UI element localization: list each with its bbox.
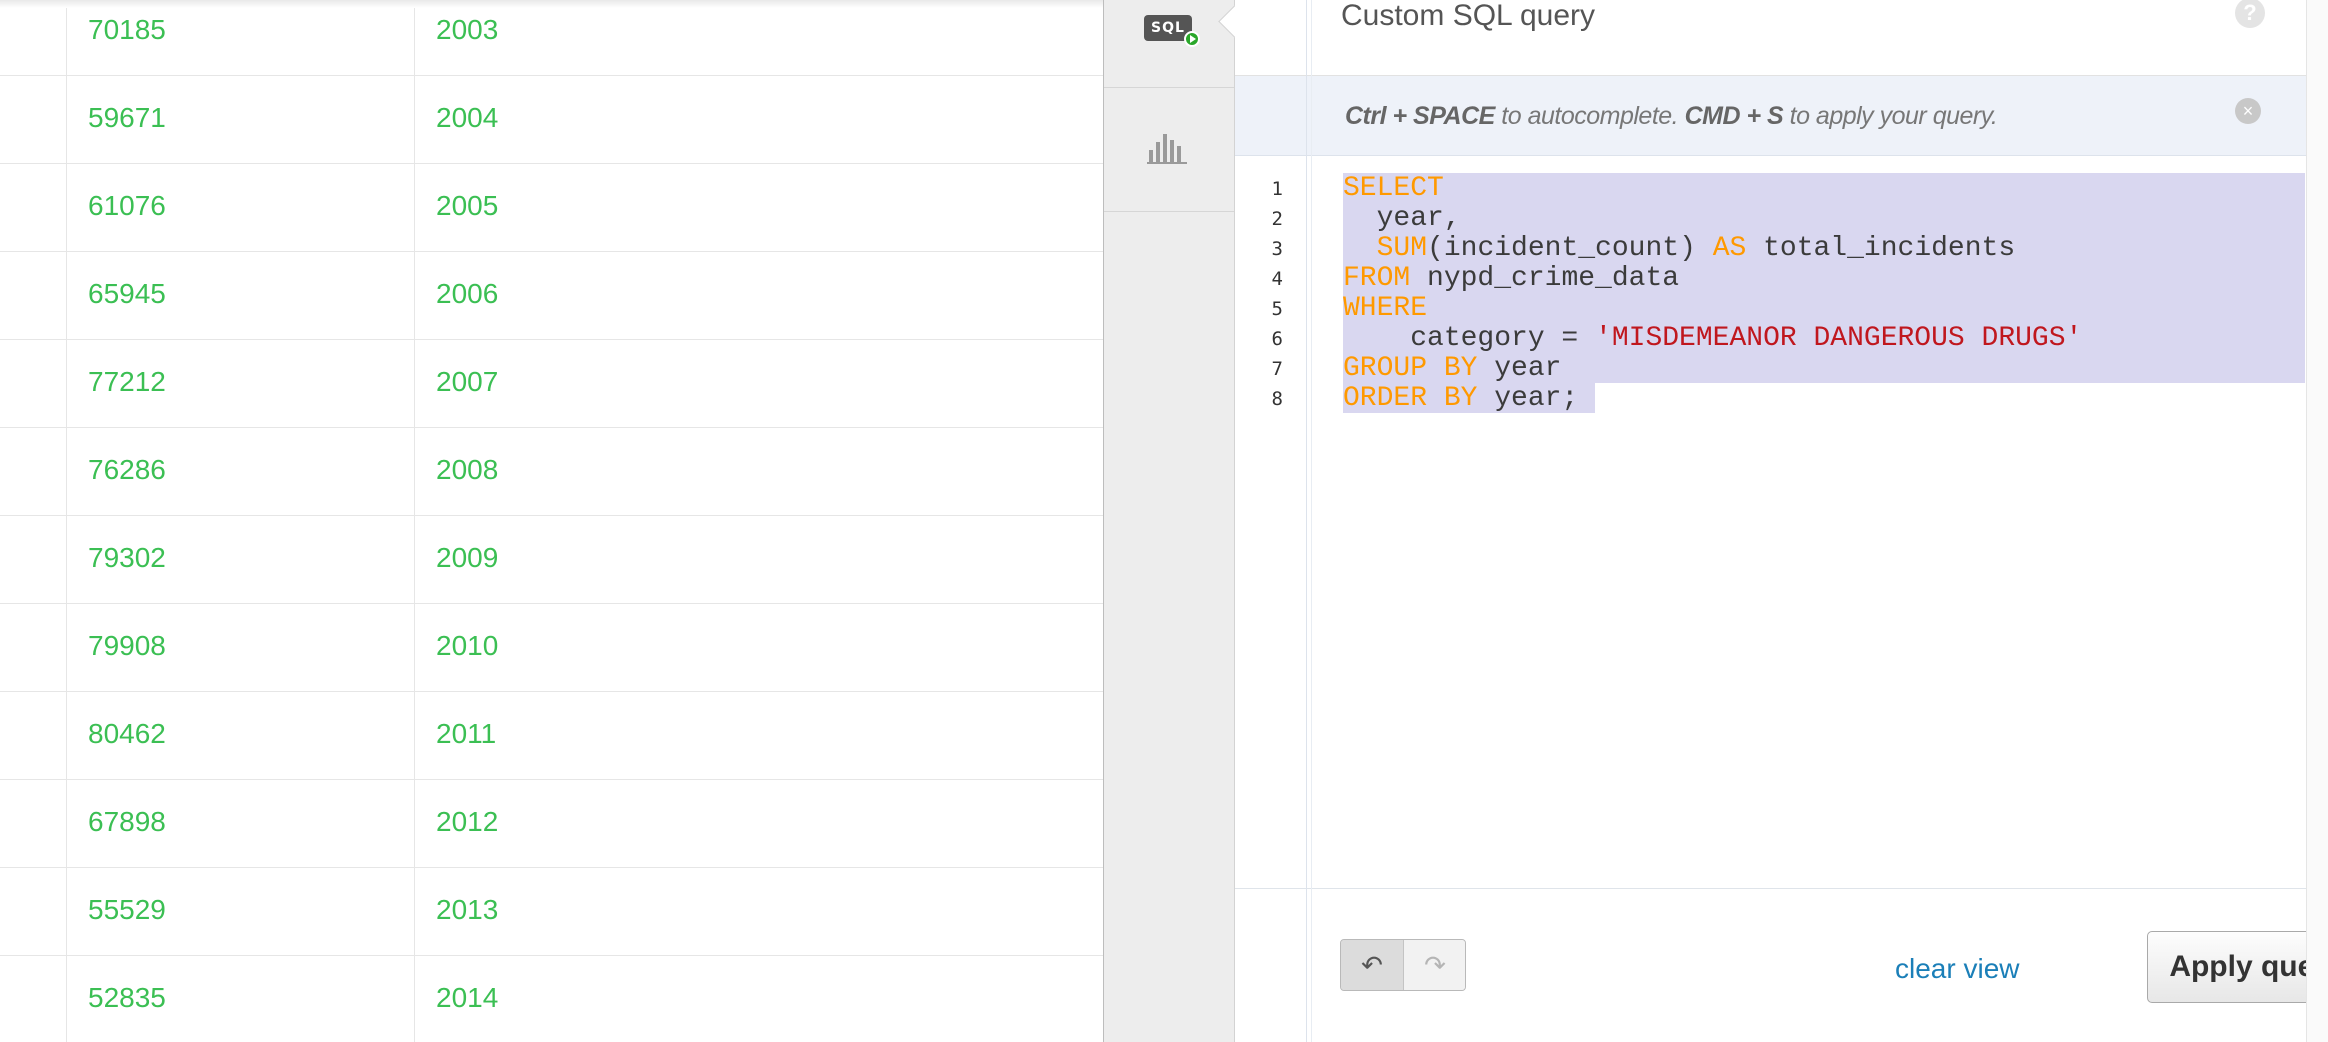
sql-keyword: GROUP BY <box>1343 353 1478 384</box>
sql-code-editor[interactable]: 1 2 3 4 5 6 7 8 SELECT year, SUM(incident_count… <box>1235 156 2328 888</box>
year-cell: 2012 <box>436 806 499 837</box>
code-line: SELECT <box>1343 174 1444 204</box>
table-row: 55529 2013 <box>0 868 1103 956</box>
table-row: 67898 2012 <box>0 780 1103 868</box>
sql-editor-area: Custom SQL query ? Ctrl + SPACE to autoc… <box>1235 0 2328 1042</box>
line-number: 2 <box>1271 208 1283 230</box>
line-number: 3 <box>1271 238 1283 260</box>
sql-identifier <box>1343 233 1377 264</box>
shortcut-hint-bar: Ctrl + SPACE to autocomplete. CMD + S to… <box>1235 76 2328 156</box>
table-row: 80462 2011 <box>0 692 1103 780</box>
close-circle-icon[interactable]: × <box>2235 98 2261 124</box>
bar-chart-icon <box>1147 130 1187 164</box>
sql-identifier: year; <box>1477 383 1579 414</box>
table-row: 79908 2010 <box>0 604 1103 692</box>
incident-count-cell: 77212 <box>88 366 166 397</box>
table-row: 52835 2014 <box>0 956 1103 1042</box>
incident-count-cell: 80462 <box>88 718 166 749</box>
sql-identifier: nypd_crime_data <box>1410 263 1680 294</box>
code-line: category = 'MISDEMEANOR DANGEROUS DRUGS' <box>1343 324 2082 354</box>
sql-identifier: category = <box>1343 323 1596 354</box>
sql-keyword: ORDER BY <box>1343 383 1478 414</box>
year-cell: 2007 <box>436 366 499 397</box>
year-cell: 2010 <box>436 630 499 661</box>
sql-identifier: year <box>1477 353 1562 384</box>
results-table: 70185 2003 59671 2004 61076 2005 65945 2006 7721… <box>0 0 1103 1042</box>
line-number: 7 <box>1271 358 1283 380</box>
sql-identifier: total_incidents <box>1746 233 2016 264</box>
table-row: 79302 2009 <box>0 516 1103 604</box>
table-top-shadow <box>0 0 1103 8</box>
sql-string: 'MISDEMEANOR DANGEROUS DRUGS' <box>1595 323 2083 354</box>
table-row: 59671 2004 <box>0 76 1103 164</box>
year-cell: 2003 <box>436 14 499 45</box>
gutter-divider <box>1306 0 1307 1042</box>
undo-icon[interactable]: ↶ <box>1341 940 1404 990</box>
hint-text-part: to apply your query. <box>1783 102 1998 130</box>
panel-header: Custom SQL query ? <box>1235 0 2328 76</box>
sql-identifier: year, <box>1343 203 1461 234</box>
code-line: FROM nypd_crime_data <box>1343 264 1679 294</box>
sidebar-tab-chart[interactable] <box>1104 88 1234 212</box>
sql-keyword: SUM <box>1376 233 1428 264</box>
incident-count-cell: 79908 <box>88 630 166 661</box>
incident-count-cell: 55529 <box>88 894 166 925</box>
code-line: ORDER BY year; <box>1343 384 1578 414</box>
incident-count-cell: 67898 <box>88 806 166 837</box>
year-cell: 2008 <box>436 454 499 485</box>
play-icon <box>1184 31 1200 47</box>
year-cell: 2013 <box>436 894 499 925</box>
table-row: 61076 2005 <box>0 164 1103 252</box>
incident-count-cell: 65945 <box>88 278 166 309</box>
table-row: 65945 2006 <box>0 252 1103 340</box>
year-cell: 2014 <box>436 982 499 1013</box>
year-cell: 2006 <box>436 278 499 309</box>
sql-panel: SQL Custom SQL query ? Ctrl + SPACE to a… <box>1103 0 2328 1042</box>
year-cell: 2005 <box>436 190 499 221</box>
line-number: 6 <box>1271 328 1283 350</box>
incident-count-cell: 61076 <box>88 190 166 221</box>
apply-query-button[interactable]: Apply query <box>2147 931 2328 1003</box>
page-title: Custom SQL query <box>1341 0 1595 32</box>
panel-scrollbar[interactable] <box>2306 0 2328 1042</box>
shortcut-key-apply: CMD + S <box>1684 102 1784 130</box>
panel-sidebar: SQL <box>1104 0 1235 1042</box>
shortcut-hint-text: Ctrl + SPACE to autocomplete. CMD + S to… <box>1345 100 1998 132</box>
hint-text-part: to autocomplete. <box>1494 102 1685 130</box>
gutter-divider <box>1311 0 1312 1042</box>
sql-keyword: FROM <box>1343 263 1411 294</box>
line-number: 4 <box>1271 268 1283 290</box>
shortcut-key-autocomplete: Ctrl + SPACE <box>1345 102 1495 130</box>
code-line: GROUP BY year <box>1343 354 1561 384</box>
year-cell: 2011 <box>436 718 497 749</box>
year-cell: 2004 <box>436 102 499 133</box>
incident-count-cell: 70185 <box>88 14 166 45</box>
table-row: 77212 2007 <box>0 340 1103 428</box>
sql-identifier: (incident_count) <box>1427 233 1713 264</box>
clear-view-link[interactable]: clear view <box>1895 953 2019 985</box>
code-line: WHERE <box>1343 294 1427 324</box>
line-number: 8 <box>1271 388 1283 410</box>
history-button-group: ↶ ↷ <box>1340 939 1466 991</box>
year-cell: 2009 <box>436 542 499 573</box>
incident-count-cell: 79302 <box>88 542 166 573</box>
sidebar-tab-sql[interactable]: SQL <box>1104 0 1234 88</box>
incident-count-cell: 59671 <box>88 102 166 133</box>
sql-keyword: WHERE <box>1343 293 1428 324</box>
question-icon[interactable]: ? <box>2235 0 2265 28</box>
incident-count-cell: 76286 <box>88 454 166 485</box>
code-line: SUM(incident_count) AS total_incidents <box>1343 233 2016 264</box>
table-row: 76286 2008 <box>0 428 1103 516</box>
redo-icon[interactable]: ↷ <box>1404 940 1465 990</box>
sql-keyword: SELECT <box>1343 173 1444 204</box>
incident-count-cell: 52835 <box>88 982 166 1013</box>
table-row: 70185 2003 <box>0 0 1103 76</box>
line-number: 5 <box>1271 298 1283 320</box>
code-line: year, <box>1343 204 1461 234</box>
editor-footer: ↶ ↷ clear view Apply query <box>1235 888 2328 1042</box>
line-number: 1 <box>1271 178 1283 200</box>
sql-keyword: AS <box>1712 233 1747 264</box>
